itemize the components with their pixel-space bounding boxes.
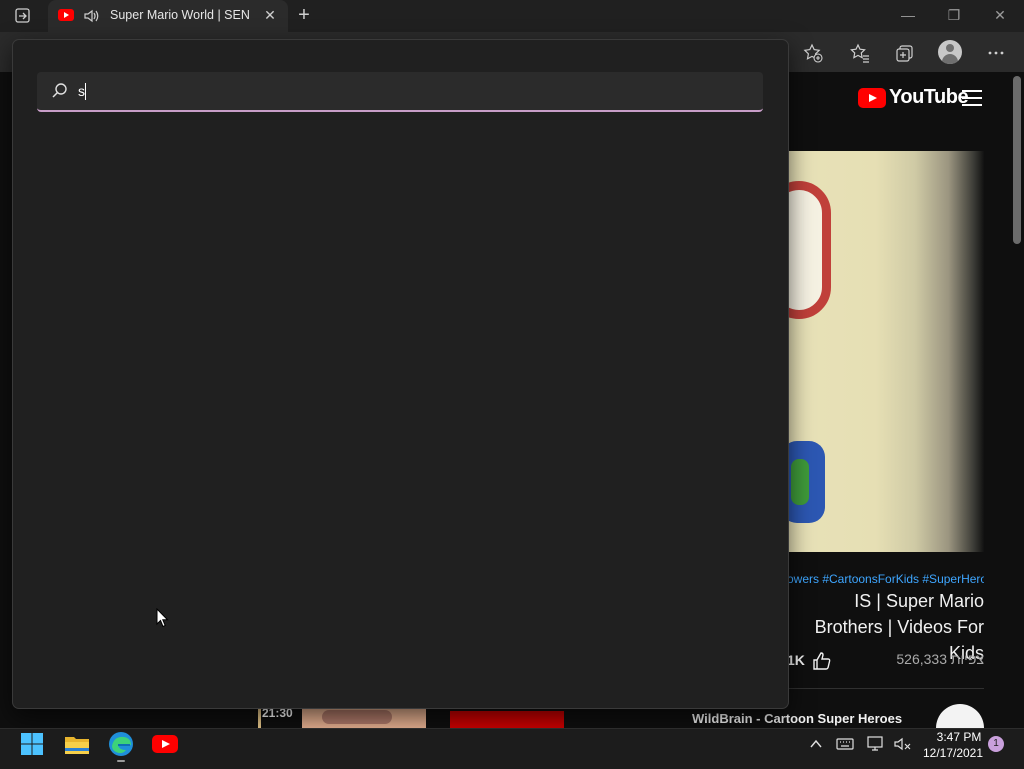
video-player[interactable] — [787, 151, 984, 552]
tab-actions-icon[interactable] — [14, 7, 32, 25]
notification-badge[interactable]: 1 — [988, 736, 1004, 752]
edge-icon[interactable] — [108, 731, 134, 757]
more-options-icon[interactable] — [985, 42, 1007, 64]
youtube-logo-icon[interactable] — [858, 88, 886, 108]
tab-close-icon[interactable]: ✕ — [262, 7, 278, 23]
youtube-wordmark[interactable]: YouTube — [889, 86, 969, 109]
chevron-up-icon[interactable] — [808, 736, 824, 752]
tab-title: Super Mario World | SEND — [110, 8, 250, 22]
view-count: 526,333 צפיות — [896, 651, 984, 667]
collections-icon[interactable] — [894, 42, 916, 64]
channel-name[interactable]: WildBrain - Cartoon Super Heroes — [692, 711, 902, 726]
like-icon[interactable] — [812, 651, 832, 671]
video-thumbnail[interactable] — [302, 706, 426, 728]
close-window-button[interactable]: ✕ — [990, 6, 1010, 26]
youtube-taskbar-icon[interactable] — [152, 735, 178, 753]
video-hashtags[interactable]: owers #CartoonsForKids #SuperHero — [787, 572, 984, 586]
start-icon[interactable] — [20, 732, 44, 756]
network-icon[interactable] — [866, 735, 886, 753]
subscribe-button[interactable] — [450, 711, 564, 728]
video-frame-shape — [787, 181, 831, 319]
scrollbar-thumb[interactable] — [1013, 76, 1021, 244]
favorites-icon[interactable] — [849, 42, 871, 64]
clock-date[interactable]: 12/17/2021 — [918, 746, 988, 760]
profile-avatar[interactable] — [938, 40, 962, 64]
divider — [787, 688, 984, 689]
keyboard-icon[interactable] — [836, 736, 854, 752]
speaker-icon[interactable] — [82, 7, 100, 25]
search-query[interactable]: s — [78, 83, 85, 99]
browser-tab[interactable]: Super Mario World | SEND ✕ — [48, 0, 288, 32]
maximize-button[interactable]: ❐ — [944, 6, 964, 26]
thumbnail-edge — [258, 706, 261, 728]
minimize-button[interactable]: — — [898, 6, 918, 26]
title-bar: Super Mario World | SEND ✕ + — ❐ ✕ — [0, 0, 1024, 32]
file-explorer-icon[interactable] — [64, 733, 90, 755]
mouse-cursor-icon — [156, 607, 170, 628]
search-flyout: s — [12, 39, 789, 709]
add-favorite-icon[interactable] — [802, 42, 824, 64]
menu-icon[interactable] — [962, 90, 982, 106]
volume-muted-icon[interactable] — [893, 735, 913, 753]
clock-time[interactable]: 3:47 PM — [924, 730, 994, 744]
youtube-favicon-icon — [58, 9, 74, 21]
like-count: 1K — [787, 652, 805, 668]
new-tab-button[interactable]: + — [294, 5, 314, 26]
text-caret — [85, 83, 86, 100]
edge-running-indicator — [117, 760, 125, 762]
search-input[interactable]: s — [37, 72, 763, 112]
search-icon — [51, 82, 69, 100]
video-frame-shape — [787, 441, 825, 523]
